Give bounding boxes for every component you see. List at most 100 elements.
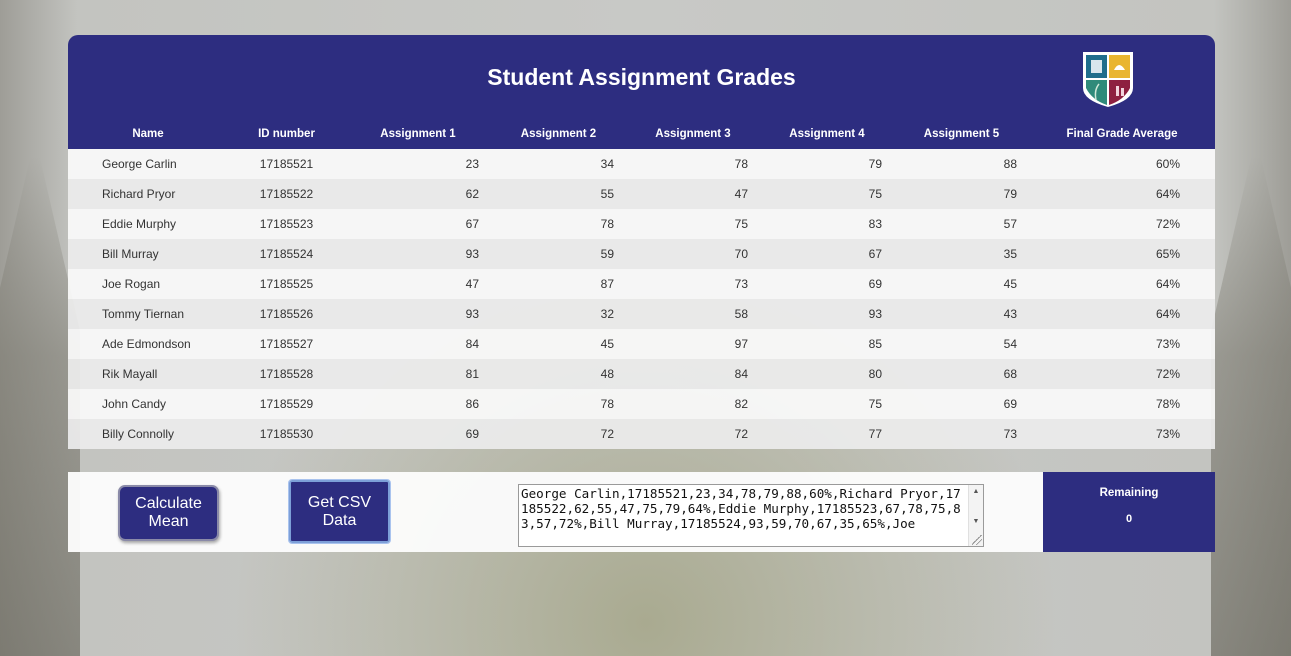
cell-assignment-1: 47 xyxy=(465,277,479,291)
cell-assignment-2: 55 xyxy=(600,187,614,201)
cell-final-grade-average: 60% xyxy=(1155,157,1180,171)
university-crest-icon xyxy=(1083,52,1133,107)
cell-assignment-1: 93 xyxy=(465,247,479,261)
get-csv-data-button[interactable]: Get CSV Data xyxy=(288,479,391,544)
column-header-assignment-3: Assignment 3 xyxy=(655,128,731,140)
cell-assignment-5: 73 xyxy=(1003,427,1017,441)
remaining-box: Remaining 0 xyxy=(1043,472,1215,552)
cell-assignment-4: 85 xyxy=(868,337,882,351)
cell-id-number: 17185530 xyxy=(259,427,314,441)
controls-bar: Calculate Mean Get CSV Data George Carli… xyxy=(68,472,1215,552)
cell-assignment-3: 97 xyxy=(734,337,748,351)
cell-assignment-2: 34 xyxy=(600,157,614,171)
cell-id-number: 17185524 xyxy=(259,247,314,261)
cell-assignment-3: 70 xyxy=(734,247,748,261)
scroll-up-arrow-icon[interactable]: ▲ xyxy=(969,485,983,499)
cell-assignment-2: 87 xyxy=(600,277,614,291)
cell-assignment-2: 48 xyxy=(600,367,614,381)
cell-assignment-2: 78 xyxy=(600,217,614,231)
column-header-name: Name xyxy=(132,128,164,140)
cell-assignment-1: 62 xyxy=(465,187,479,201)
get-csv-data-label: Get CSV Data xyxy=(292,483,387,540)
cell-assignment-3: 47 xyxy=(734,187,748,201)
table-row: John Candy 17185529 86 78 82 75 69 78% xyxy=(68,389,1215,419)
cell-assignment-5: 69 xyxy=(1003,397,1017,411)
background-spire-right xyxy=(1211,156,1291,656)
cell-assignment-3: 72 xyxy=(734,427,748,441)
column-header-id-number: ID number xyxy=(258,128,315,140)
cell-id-number: 17185523 xyxy=(259,217,314,231)
cell-name: Tommy Tiernan xyxy=(102,307,185,321)
cell-id-number: 17185528 xyxy=(259,367,314,381)
cell-assignment-3: 73 xyxy=(734,277,748,291)
cell-assignment-4: 67 xyxy=(868,247,882,261)
cell-assignment-4: 77 xyxy=(868,427,882,441)
column-header-assignment-2: Assignment 2 xyxy=(520,128,597,140)
cell-id-number: 17185521 xyxy=(259,157,314,171)
cell-final-grade-average: 72% xyxy=(1155,217,1180,231)
cell-assignment-5: 54 xyxy=(1003,337,1017,351)
cell-final-grade-average: 78% xyxy=(1155,397,1180,411)
cell-final-grade-average: 64% xyxy=(1155,187,1180,201)
scroll-down-arrow-icon[interactable]: ▼ xyxy=(969,515,983,529)
cell-name: Joe Rogan xyxy=(102,277,161,291)
cell-id-number: 17185529 xyxy=(259,397,314,411)
cell-final-grade-average: 72% xyxy=(1155,367,1180,381)
cell-assignment-1: 86 xyxy=(465,397,479,411)
table-row: George Carlin 17185521 23 34 78 79 88 60% xyxy=(68,149,1215,179)
cell-assignment-5: 57 xyxy=(1003,217,1017,231)
table-row: Richard Pryor 17185522 62 55 47 75 79 64% xyxy=(68,179,1215,209)
cell-name: Ade Edmondson xyxy=(102,337,191,351)
csv-output-text: George Carlin,17185521,23,34,78,79,88,60… xyxy=(521,486,961,531)
calculate-mean-button[interactable]: Calculate Mean xyxy=(118,485,219,541)
cell-assignment-5: 79 xyxy=(1003,187,1017,201)
cell-name: George Carlin xyxy=(102,157,177,171)
cell-final-grade-average: 73% xyxy=(1155,337,1180,351)
table-header-row: Name ID number Assignment 1 Assignment 2 Ass… xyxy=(68,119,1215,149)
textarea-resize-grip-icon[interactable] xyxy=(972,535,982,545)
page-title: Student Assignment Grades xyxy=(487,63,796,90)
cell-assignment-3: 82 xyxy=(734,397,748,411)
cell-assignment-2: 72 xyxy=(600,427,614,441)
table-row: Ade Edmondson 17185527 84 45 97 85 54 73% xyxy=(68,329,1215,359)
cell-id-number: 17185525 xyxy=(259,277,314,291)
table-row: Joe Rogan 17185525 47 87 73 69 45 64% xyxy=(68,269,1215,299)
cell-assignment-2: 59 xyxy=(600,247,614,261)
cell-assignment-4: 75 xyxy=(868,397,882,411)
grades-table: Name ID number Assignment 1 Assignment 2 Ass… xyxy=(68,119,1215,449)
cell-assignment-4: 69 xyxy=(868,277,882,291)
remaining-value: 0 xyxy=(1125,513,1133,525)
column-header-assignment-5: Assignment 5 xyxy=(923,128,1000,140)
table-row: Tommy Tiernan 17185526 93 32 58 93 43 64% xyxy=(68,299,1215,329)
cell-assignment-5: 45 xyxy=(1003,277,1017,291)
cell-id-number: 17185522 xyxy=(259,187,314,201)
table-row: Billy Connolly 17185530 69 72 72 77 73 73% xyxy=(68,419,1215,449)
cell-name: Rik Mayall xyxy=(102,367,158,381)
cell-name: John Candy xyxy=(102,397,167,411)
cell-final-grade-average: 65% xyxy=(1155,247,1180,261)
grades-panel: Student Assignment Grades Name ID number A… xyxy=(68,35,1215,449)
cell-assignment-4: 75 xyxy=(868,187,882,201)
cell-assignment-5: 68 xyxy=(1003,367,1017,381)
cell-assignment-2: 78 xyxy=(600,397,614,411)
column-header-assignment-1: Assignment 1 xyxy=(380,128,456,140)
remaining-label: Remaining xyxy=(1099,487,1159,499)
csv-output-textarea[interactable]: George Carlin,17185521,23,34,78,79,88,60… xyxy=(518,484,984,547)
cell-id-number: 17185527 xyxy=(259,337,314,351)
cell-name: Richard Pryor xyxy=(102,187,176,201)
page-header: Student Assignment Grades xyxy=(68,35,1215,119)
column-header-assignment-4: Assignment 4 xyxy=(789,128,865,140)
table-row: Eddie Murphy 17185523 67 78 75 83 57 72% xyxy=(68,209,1215,239)
cell-name: Eddie Murphy xyxy=(102,217,177,231)
cell-assignment-1: 93 xyxy=(465,307,479,321)
cell-assignment-3: 84 xyxy=(734,367,748,381)
cell-assignment-1: 81 xyxy=(465,367,479,381)
cell-assignment-5: 88 xyxy=(1003,157,1017,171)
cell-assignment-1: 67 xyxy=(465,217,479,231)
cell-final-grade-average: 64% xyxy=(1155,277,1180,291)
cell-final-grade-average: 73% xyxy=(1155,427,1180,441)
cell-assignment-4: 79 xyxy=(868,157,882,171)
cell-assignment-1: 84 xyxy=(465,337,479,351)
table-row: Rik Mayall 17185528 81 48 84 80 68 72% xyxy=(68,359,1215,389)
cell-assignment-2: 32 xyxy=(600,307,614,321)
